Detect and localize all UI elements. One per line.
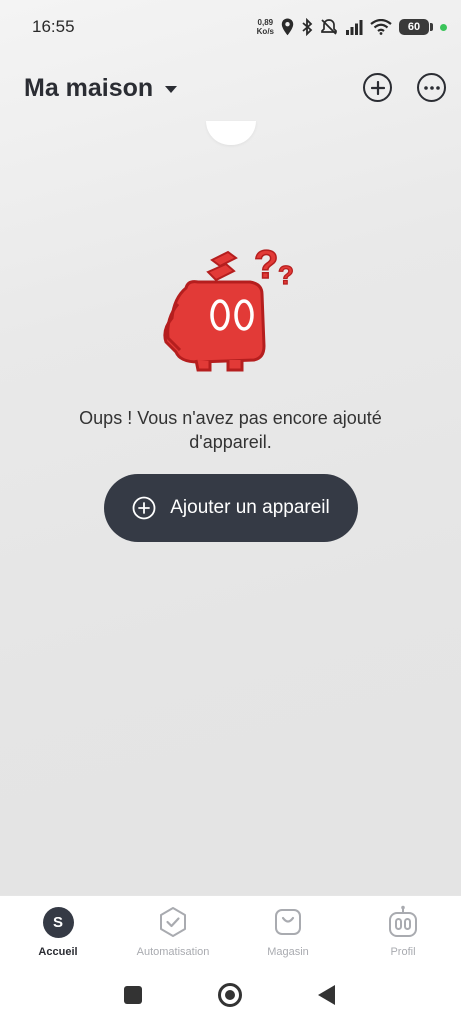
pull-refresh-indicator	[206, 121, 256, 145]
robot-profile-icon	[386, 905, 420, 939]
net-speed: 0,89 Ko/s	[257, 18, 274, 36]
more-dots-icon	[423, 85, 440, 90]
nav-label-accueil: Accueil	[38, 946, 78, 958]
plus-circle-icon	[370, 80, 385, 95]
status-icons: 0,89 Ko/s 60	[257, 14, 447, 40]
battery-cap	[430, 23, 433, 31]
recent-apps-button[interactable]	[124, 986, 142, 1004]
accueil-badge: S	[42, 906, 74, 938]
svg-text:?: ?	[254, 243, 278, 287]
home-title: Ma maison	[24, 74, 154, 102]
privacy-indicator-dot	[440, 23, 447, 31]
nav-item-automatisation[interactable]: Automatisation	[118, 905, 228, 958]
home-button[interactable]	[218, 983, 242, 1007]
status-bar: 16:55 0,89 Ko/s 60	[0, 0, 461, 54]
battery-icon: 60	[399, 19, 433, 35]
add-button[interactable]	[363, 73, 392, 102]
shopping-bag-icon	[271, 905, 305, 939]
add-device-button[interactable]: Ajouter un appareil	[104, 474, 358, 542]
net-speed-value: 0,89	[257, 18, 274, 27]
nav-item-magasin[interactable]: Magasin	[233, 905, 343, 958]
automation-shield-icon	[156, 905, 190, 939]
plus-circle-icon	[132, 496, 156, 520]
mascot-illustration: ? ?	[158, 234, 306, 378]
home-s-icon: S	[41, 905, 75, 939]
more-button[interactable]	[417, 73, 446, 102]
mute-icon	[321, 19, 337, 35]
nav-label-magasin: Magasin	[267, 946, 309, 958]
signal-icon	[346, 20, 363, 35]
add-device-label: Ajouter un appareil	[170, 497, 330, 518]
status-time: 16:55	[32, 17, 75, 36]
caret-down-icon	[165, 86, 178, 93]
nav-label-automatisation: Automatisation	[136, 946, 210, 958]
net-speed-unit: Ko/s	[256, 27, 274, 36]
header: Ma maison	[0, 68, 461, 108]
battery-level: 60	[399, 19, 429, 35]
nav-item-accueil[interactable]: S Accueil	[3, 905, 113, 958]
nav-label-profil: Profil	[390, 946, 416, 958]
location-icon	[281, 18, 294, 36]
home-selector[interactable]: Ma maison	[24, 74, 178, 103]
back-button[interactable]	[318, 985, 335, 1005]
nav-item-profil[interactable]: Profil	[348, 905, 458, 958]
home-dot	[225, 990, 235, 1000]
system-navigation-bar	[0, 980, 461, 1010]
bluetooth-icon	[302, 18, 313, 36]
wifi-icon	[370, 19, 392, 35]
empty-state-message: Oups ! Vous n'avez pas encore ajouté d'a…	[79, 408, 382, 452]
svg-text:?: ?	[278, 260, 294, 290]
